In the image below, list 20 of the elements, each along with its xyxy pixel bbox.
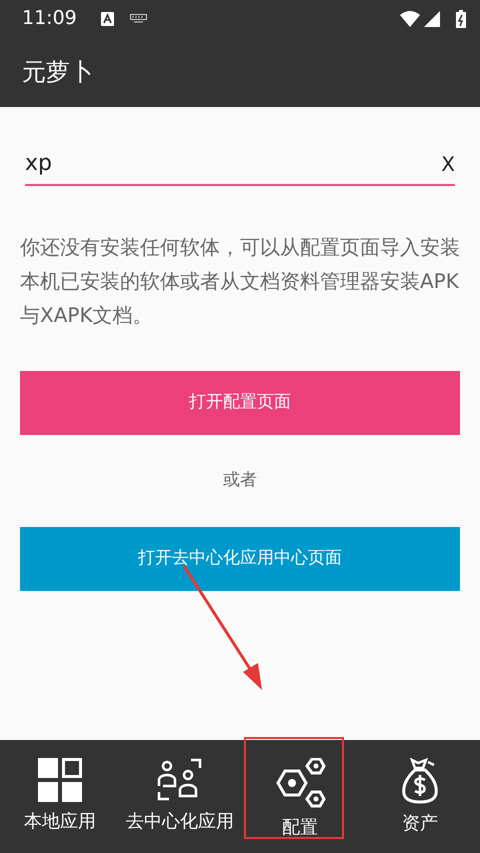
money-bag-icon: [400, 758, 440, 804]
people-icon: [157, 758, 203, 802]
or-label: 或者: [223, 469, 257, 492]
search-field[interactable]: xp X: [25, 143, 455, 186]
signal-icon: [424, 10, 440, 26]
nav-tab[interactable]: 本地应用: [0, 740, 120, 853]
nav-tab[interactable]: 去中心化应用: [120, 740, 240, 853]
status-time: 11:09: [22, 6, 77, 32]
clear-button[interactable]: X: [441, 148, 455, 178]
empty-message: 你还没有安装任何软体，可以从配置页面导入安装本机已安装的软体或者从文档资料管理器安装APK与XAPK文档。: [20, 234, 460, 329]
nav-tab[interactable]: 配置: [240, 740, 360, 853]
open-page-button[interactable]: 打开配置页面: [20, 371, 460, 435]
app-title: 元萝卜: [22, 57, 94, 88]
nav-tab[interactable]: 资产: [360, 740, 480, 853]
grid-icon: [38, 758, 82, 802]
hexagon-nuts-icon: [274, 758, 326, 808]
keyboard-icon: [130, 14, 147, 23]
keyboard-a-icon: [100, 12, 114, 26]
battery-icon: [456, 10, 466, 28]
wifi-icon: [400, 10, 420, 26]
